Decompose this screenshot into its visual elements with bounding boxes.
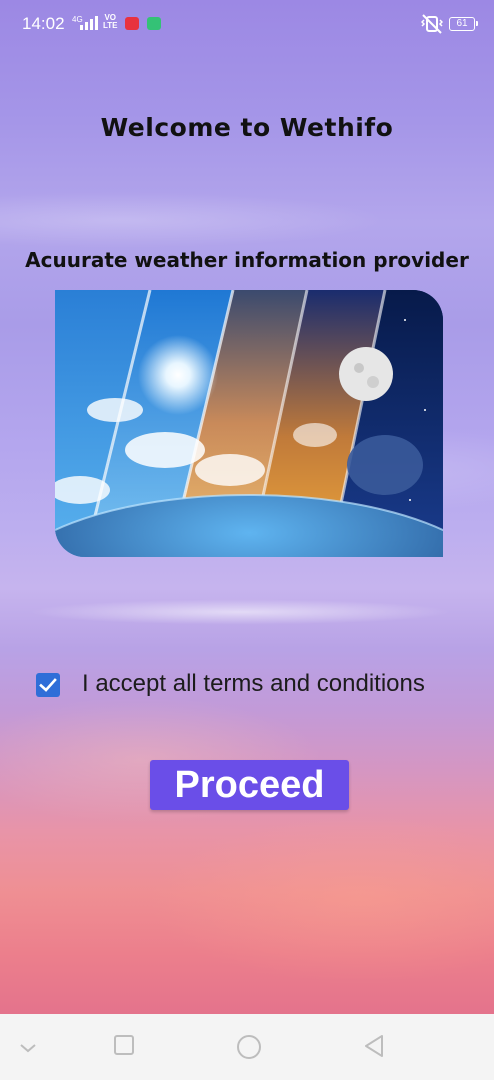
welcome-subtitle: Acuurate weather information provider (25, 248, 469, 272)
battery-icon: 61 (449, 17, 478, 31)
volte-bottom: LTE (103, 21, 118, 30)
weather-hero-image (55, 290, 443, 557)
terms-checkbox[interactable] (36, 673, 60, 697)
app-notification-icon (125, 17, 139, 30)
home-icon[interactable] (236, 1034, 262, 1060)
status-bar: 14:02 4G VO LTE 61 (0, 0, 494, 50)
check-icon (39, 678, 57, 692)
vibrate-icon (421, 14, 443, 34)
back-icon[interactable] (362, 1034, 386, 1058)
message-notification-icon (147, 17, 161, 30)
proceed-button[interactable]: Proceed (150, 760, 349, 810)
terms-label[interactable]: I accept all terms and conditions (82, 670, 425, 698)
terms-row: I accept all terms and conditions (36, 670, 486, 702)
volte-icon: VO LTE (103, 14, 118, 30)
collapse-icon[interactable] (18, 1042, 38, 1054)
navigation-bar (0, 1014, 494, 1080)
welcome-title: Welcome to Wethifo (100, 113, 394, 142)
status-time: 14:02 (22, 14, 65, 33)
weather-collage (55, 290, 443, 557)
signal-icon (80, 16, 98, 30)
recents-icon[interactable] (113, 1034, 135, 1056)
